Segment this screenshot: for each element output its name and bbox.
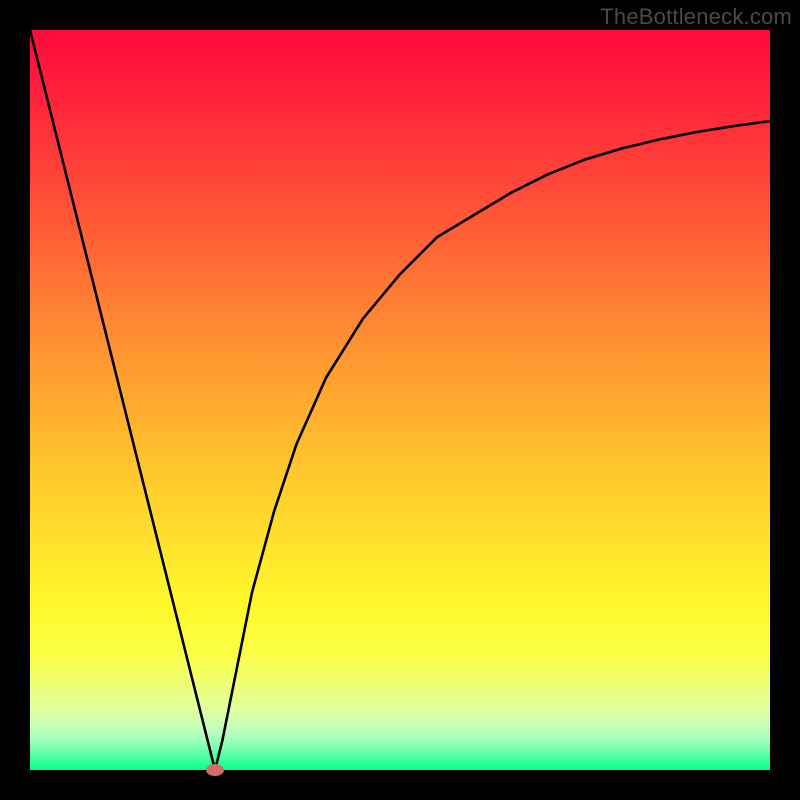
bottleneck-curve [30, 30, 770, 770]
chart-frame: TheBottleneck.com [0, 0, 800, 800]
watermark-text: TheBottleneck.com [600, 4, 792, 30]
plot-area [30, 30, 770, 770]
minimum-marker [206, 764, 224, 776]
curve-svg [30, 30, 770, 770]
